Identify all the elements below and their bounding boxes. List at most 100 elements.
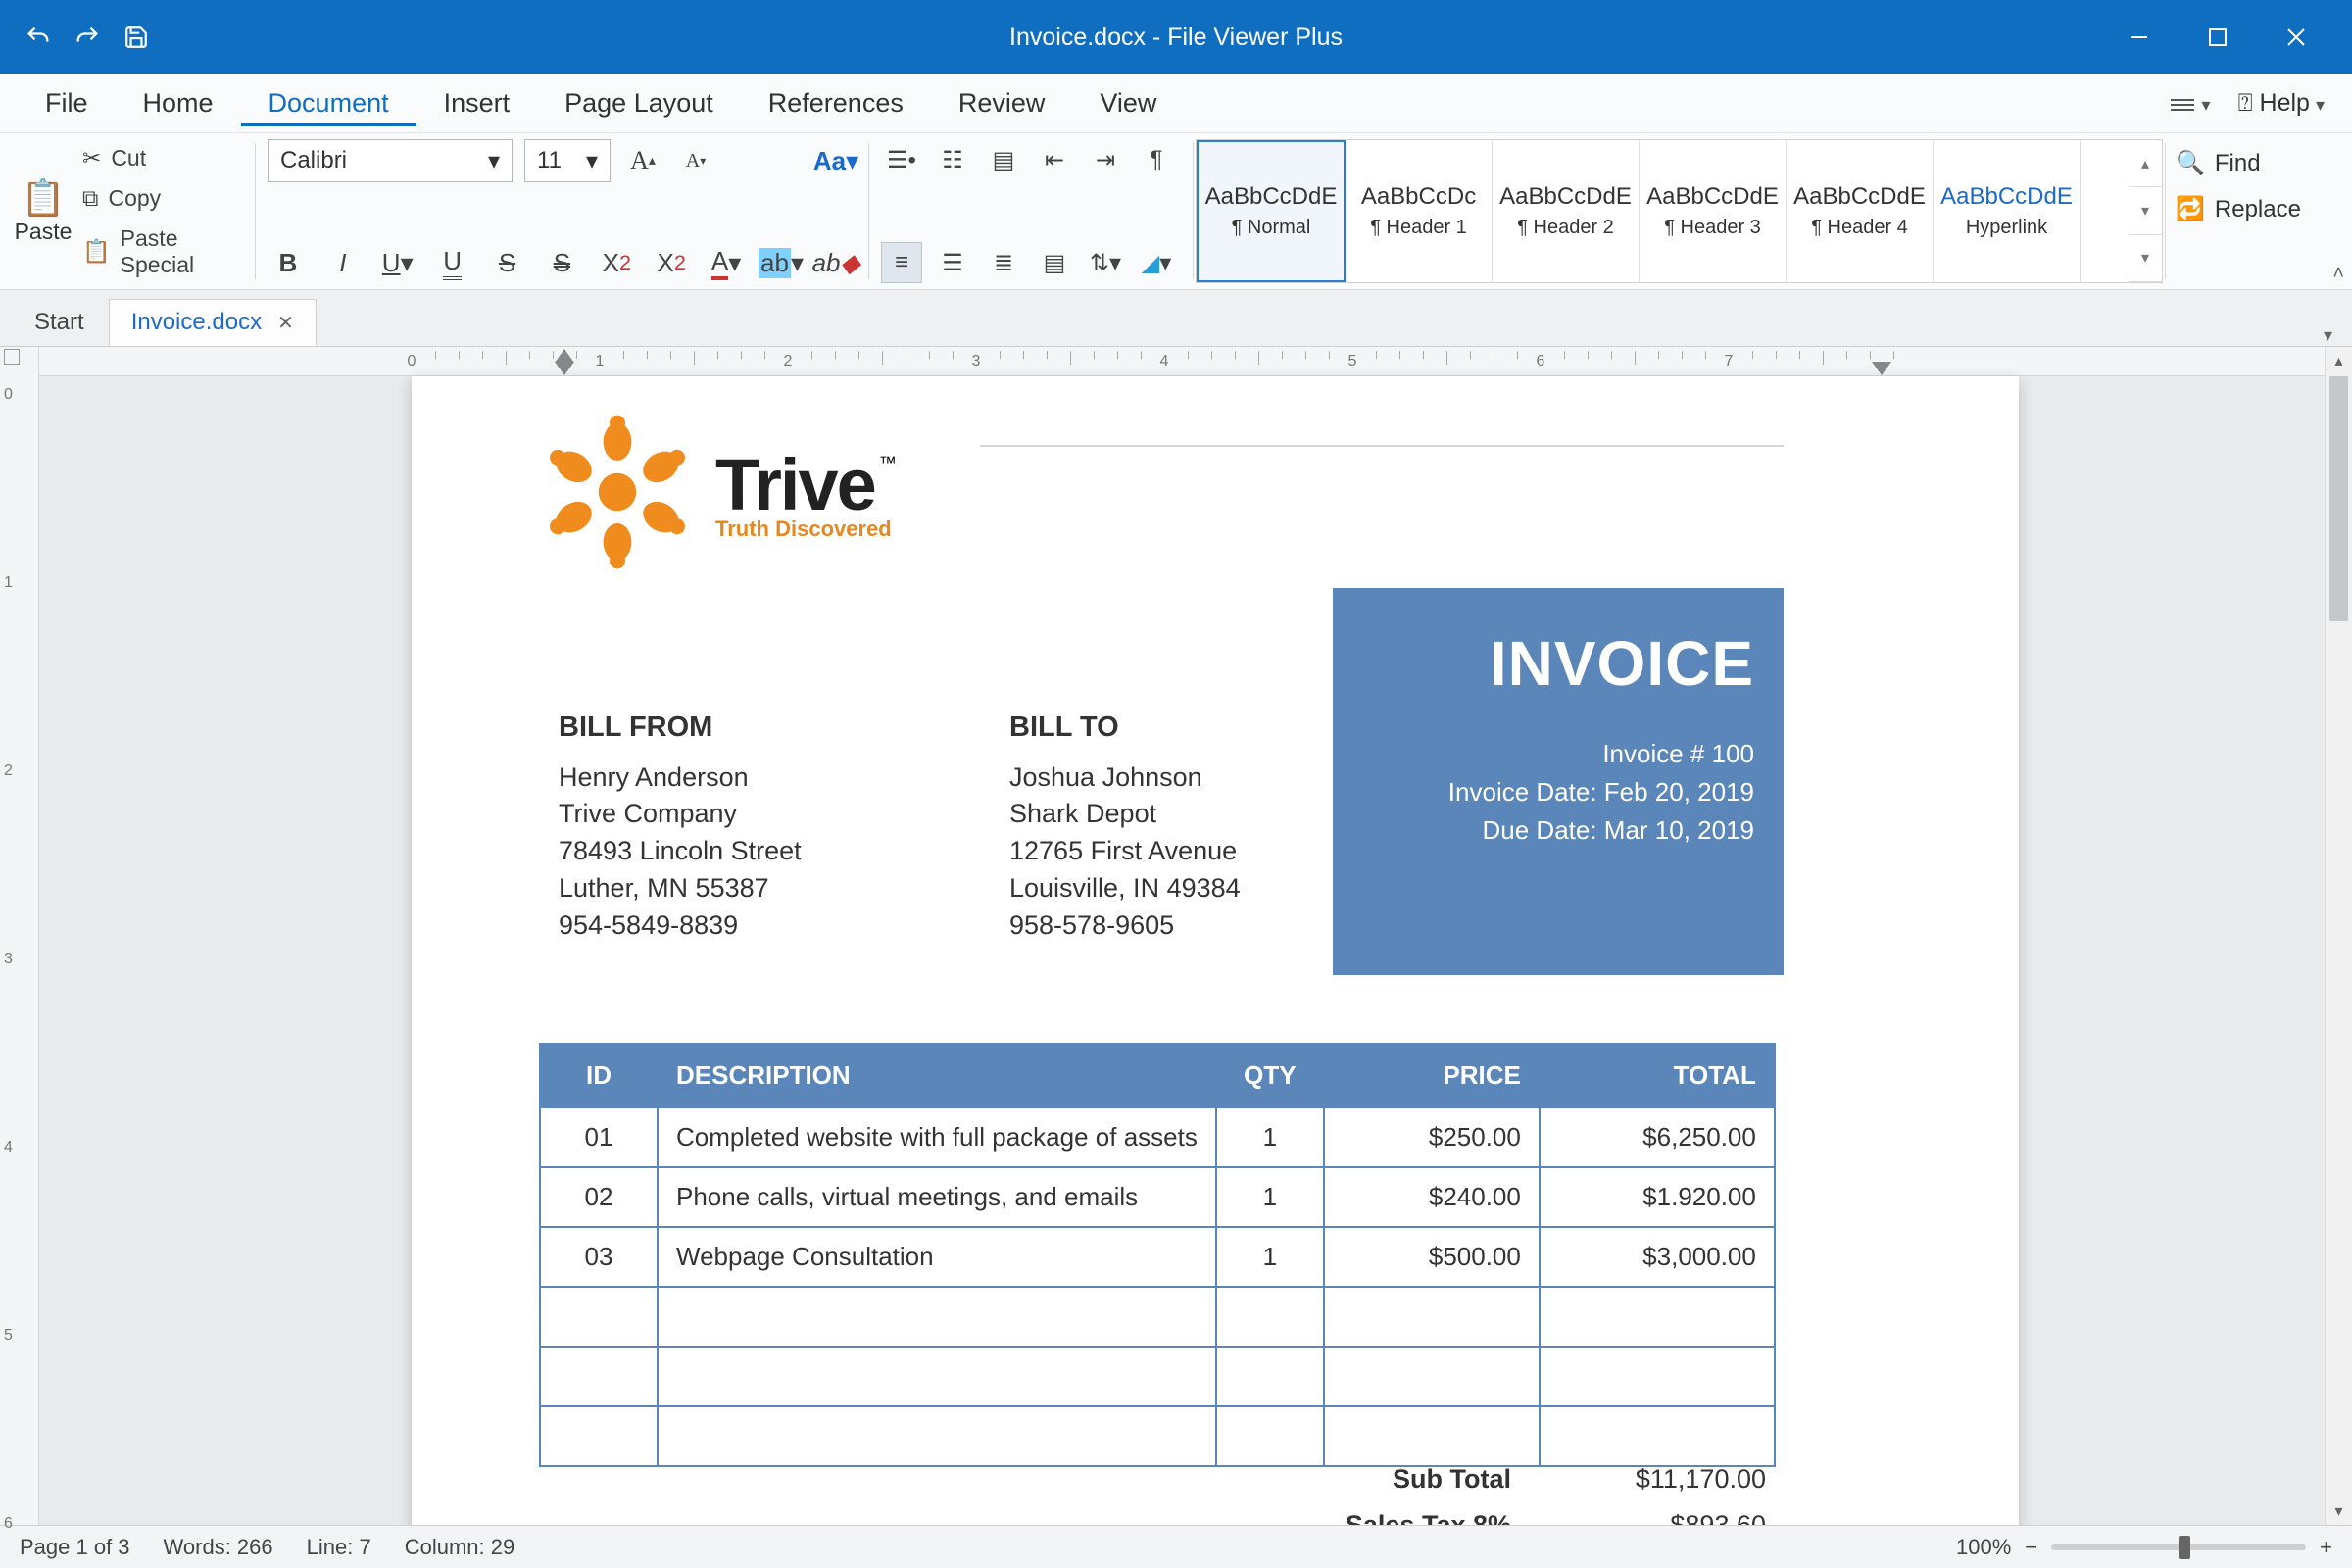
menu-document[interactable]: Document — [241, 80, 416, 126]
close-tab-icon[interactable]: ✕ — [277, 311, 294, 335]
logo-name: Trive — [715, 443, 875, 526]
double-underline-button[interactable]: U — [432, 242, 473, 283]
bold-button[interactable]: B — [268, 242, 309, 283]
paste-special-label: Paste Special — [121, 225, 243, 278]
cut-button[interactable]: ✂Cut — [82, 141, 243, 175]
replace-button[interactable]: 🔁Replace — [2176, 195, 2342, 223]
font-size-select[interactable]: 11▾ — [524, 139, 611, 182]
strikethrough-button[interactable]: S — [487, 242, 528, 283]
zoom-in-button[interactable]: + — [2320, 1535, 2332, 1560]
multilevel-button[interactable]: ▤ — [983, 139, 1024, 180]
status-page[interactable]: Page 1 of 3 — [20, 1535, 130, 1560]
zoom-slider[interactable] — [2051, 1544, 2306, 1550]
right-indent[interactable] — [1872, 362, 1891, 375]
find-button[interactable]: 🔍Find — [2176, 149, 2342, 177]
change-case-button[interactable]: Aa▾ — [815, 140, 857, 181]
show-marks-button[interactable]: ¶ — [1136, 139, 1177, 180]
document-page[interactable]: Trive™ Truth Discovered INVOICE Invoice … — [412, 376, 2019, 1525]
menu-review[interactable]: Review — [931, 80, 1073, 126]
paste-special-button[interactable]: 📋Paste Special — [82, 221, 243, 282]
bill-from-line: Henry Anderson — [559, 760, 802, 797]
menu-references[interactable]: References — [741, 80, 931, 126]
hanging-indent[interactable] — [555, 362, 574, 375]
minimize-button[interactable] — [2125, 23, 2154, 52]
col-id: ID — [540, 1044, 658, 1107]
superscript-button[interactable]: X2 — [596, 242, 637, 283]
style--header-2[interactable]: AaBbCcDdE¶ Header 2 — [1493, 140, 1640, 282]
horizontal-ruler[interactable]: 01234567 — [39, 347, 2325, 376]
menu-home[interactable]: Home — [116, 80, 241, 126]
bill-to-line: 958-578-9605 — [1009, 907, 1241, 945]
highlight-button[interactable]: ab▾ — [760, 242, 802, 283]
grow-font-button[interactable]: A▴ — [622, 140, 663, 181]
paste-button[interactable]: 📋 Paste — [12, 139, 74, 283]
bill-from-line: 78493 Lincoln Street — [559, 833, 802, 870]
tab-overflow-button[interactable]: ▾ — [2324, 325, 2352, 346]
status-words[interactable]: Words: 266 — [164, 1535, 273, 1560]
style-hyperlink[interactable]: AaBbCcDdEHyperlink — [1934, 140, 2081, 282]
decrease-indent-button[interactable]: ⇤ — [1034, 139, 1075, 180]
styles-more-button[interactable]: ▾ — [2129, 235, 2162, 282]
tab-invoice-label: Invoice.docx — [131, 309, 262, 336]
numbering-button[interactable]: ☷ — [932, 139, 973, 180]
cut-label: Cut — [111, 145, 146, 172]
first-line-indent[interactable] — [555, 349, 574, 363]
subscript-button[interactable]: X2 — [651, 242, 692, 283]
save-icon[interactable] — [122, 23, 151, 52]
styles-down-button[interactable]: ▾ — [2129, 187, 2162, 234]
font-name-select[interactable]: Calibri▾ — [268, 139, 513, 182]
increase-indent-button[interactable]: ⇥ — [1085, 139, 1126, 180]
style--header-3[interactable]: AaBbCcDdE¶ Header 3 — [1640, 140, 1787, 282]
ribbon: 📋 Paste ✂Cut ⧉Copy 📋Paste Special Calibr… — [0, 133, 2352, 290]
scroll-up-icon[interactable]: ▴ — [2326, 347, 2352, 374]
replace-label: Replace — [2215, 196, 2301, 223]
scroll-thumb[interactable] — [2329, 376, 2348, 621]
undo-icon[interactable] — [24, 23, 53, 52]
chevron-down-icon: ▾ — [488, 147, 500, 175]
menu-view[interactable]: View — [1072, 80, 1184, 126]
status-column: Column: 29 — [405, 1535, 515, 1560]
shrink-font-button[interactable]: A▾ — [675, 140, 716, 181]
bullets-button[interactable]: ☰• — [881, 139, 922, 180]
style--normal[interactable]: AaBbCcDdE¶ Normal — [1197, 140, 1346, 282]
redo-icon[interactable] — [73, 23, 102, 52]
search-icon: 🔍 — [2176, 149, 2205, 177]
shading-button[interactable]: ◢▾ — [1136, 242, 1177, 283]
vertical-scrollbar[interactable]: ▴ ▾ — [2325, 347, 2352, 1525]
align-center-button[interactable]: ☰ — [932, 242, 973, 283]
double-strike-button[interactable]: S — [541, 242, 582, 283]
tab-invoice[interactable]: Invoice.docx ✕ — [109, 299, 317, 346]
invoice-date: Invoice Date: Feb 20, 2019 — [1352, 777, 1754, 808]
menu-insert[interactable]: Insert — [416, 80, 538, 126]
close-button[interactable] — [2281, 23, 2311, 52]
help-button[interactable]: ⍰ Help — [2238, 89, 2325, 118]
copy-button[interactable]: ⧉Copy — [82, 181, 243, 216]
underline-button[interactable]: U▾ — [377, 242, 418, 283]
logo: Trive™ Truth Discovered — [539, 414, 897, 570]
align-right-button[interactable]: ≣ — [983, 242, 1024, 283]
clear-format-button[interactable]: ab◆ — [815, 242, 857, 283]
maximize-button[interactable] — [2203, 23, 2232, 52]
vertical-ruler[interactable]: 0123456 — [0, 347, 39, 1525]
styles-gallery[interactable]: AaBbCcDdE¶ NormalAaBbCcDc¶ Header 1AaBbC… — [1196, 139, 2163, 283]
zoom-out-button[interactable]: − — [2025, 1535, 2037, 1560]
tab-start[interactable]: Start — [12, 299, 107, 346]
style--header-1[interactable]: AaBbCcDc¶ Header 1 — [1346, 140, 1493, 282]
scroll-down-icon[interactable]: ▾ — [2326, 1497, 2352, 1525]
style--header-4[interactable]: AaBbCcDdE¶ Header 4 — [1787, 140, 1934, 282]
tab-selector[interactable] — [4, 349, 20, 365]
menu-file[interactable]: File — [18, 80, 116, 126]
collapse-ribbon-button[interactable]: ˄ — [2332, 263, 2344, 285]
ribbon-options-button[interactable] — [2169, 91, 2211, 117]
zoom-knob[interactable] — [2179, 1536, 2190, 1559]
styles-up-button[interactable]: ▴ — [2129, 140, 2162, 187]
col-price: PRICE — [1324, 1044, 1540, 1107]
invoice-box: INVOICE Invoice # 100 Invoice Date: Feb … — [1333, 588, 1784, 975]
italic-button[interactable]: I — [322, 242, 364, 283]
line-spacing-button[interactable]: ⇅▾ — [1085, 242, 1126, 283]
align-left-button[interactable]: ≡ — [881, 242, 922, 283]
subtotal-value: $11,170.00 — [1570, 1464, 1766, 1494]
menu-page-layout[interactable]: Page Layout — [537, 80, 741, 126]
font-color-button[interactable]: A▾ — [706, 242, 747, 283]
justify-button[interactable]: ▤ — [1034, 242, 1075, 283]
